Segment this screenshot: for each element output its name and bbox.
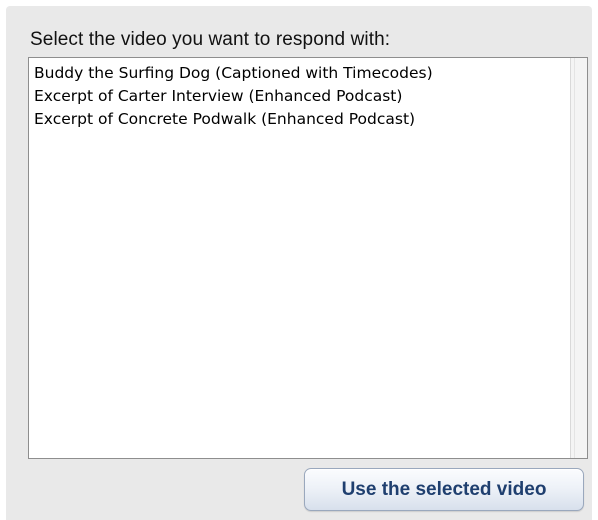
- video-option[interactable]: Buddy the Surfing Dog (Captioned with Ti…: [33, 62, 563, 85]
- use-selected-video-button[interactable]: Use the selected video: [304, 468, 584, 511]
- video-list: Buddy the Surfing Dog (Captioned with Ti…: [33, 62, 563, 131]
- select-video-prompt: Select the video you want to respond wit…: [30, 29, 391, 50]
- video-option[interactable]: Excerpt of Carter Interview (Enhanced Po…: [33, 85, 563, 108]
- video-option[interactable]: Excerpt of Concrete Podwalk (Enhanced Po…: [33, 108, 563, 131]
- listbox-scrollbar[interactable]: [570, 58, 587, 458]
- video-listbox[interactable]: Buddy the Surfing Dog (Captioned with Ti…: [28, 57, 588, 459]
- video-response-panel: Select the video you want to respond wit…: [6, 6, 592, 520]
